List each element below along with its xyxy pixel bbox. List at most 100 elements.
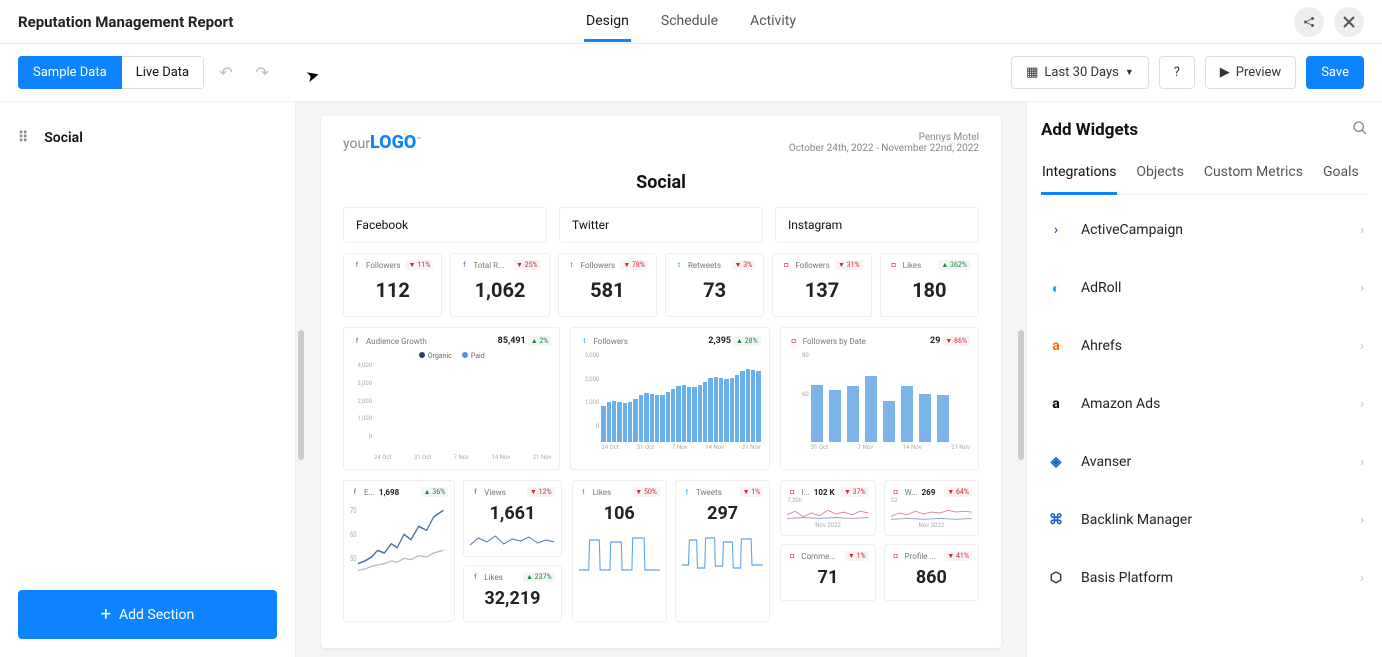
tab-design[interactable]: Design <box>584 1 631 42</box>
chart-x-ticks: 24 Oct31 Oct7 Nov14 Nov21 Nov <box>579 444 760 451</box>
metric-value: 32,219 <box>470 588 554 609</box>
integration-icon: ⬡ <box>1045 567 1067 589</box>
platform-card-twitter[interactable]: Twitter <box>559 207 763 243</box>
widgets-title: Add Widgets <box>1041 120 1138 140</box>
chart-x-ticks: 24 Oct31 Oct7 Nov14 Nov21 Nov <box>352 454 551 461</box>
metric-ig-comments[interactable]: ◘Comme...▼ 1% 71 <box>780 544 875 601</box>
integration-item[interactable]: aAmazon Ads› <box>1041 375 1368 433</box>
section-item-social[interactable]: ⠿ Social <box>18 130 277 146</box>
widgets-sidebar: Add Widgets Integrations Objects Custom … <box>1026 102 1382 657</box>
save-button[interactable]: Save <box>1306 56 1364 89</box>
integration-item[interactable]: ◈ Avanser › <box>1041 433 1368 491</box>
canvas-scrollbar-left[interactable] <box>298 330 304 460</box>
canvas-scrollbar-right[interactable] <box>1018 330 1024 460</box>
client-info: Pennys Motel October 24th, 2022 - Novemb… <box>789 132 979 154</box>
metric-ig-w[interactable]: ◘W... 269▼ 64% 32 Nov 2022 <box>884 480 979 536</box>
chart-value: 85,491 <box>498 336 526 346</box>
report-title: Reputation Management Report <box>18 13 233 31</box>
metric-ig-i[interactable]: ◘I... 102 K▼ 37% 7,200 Nov 2022 <box>780 480 875 536</box>
metric-card[interactable]: fFollowers▼ 11%112 <box>343 253 442 317</box>
metric-fb-e[interactable]: fE... 1,698▲ 36% 706050 <box>343 480 455 622</box>
chart-tw-followers[interactable]: tFollowers2,395 ▲ 28% 3,0002,0001,0000 2… <box>570 327 769 470</box>
metrics-row: fFollowers▼ 11%112fTotal R...▼ 25%1,062t… <box>343 253 979 317</box>
metric-card[interactable]: ◘Followers▼ 31%137 <box>772 253 871 317</box>
integration-label: Avanser <box>1081 454 1346 470</box>
integration-icon: › <box>1045 219 1067 241</box>
integration-label: ActiveCampaign <box>1081 222 1346 238</box>
metric-card[interactable]: tRetweets▼ 3%73 <box>665 253 764 317</box>
tab-goals[interactable]: Goals <box>1322 154 1360 194</box>
chart-delta: ▼ 86% <box>942 336 970 346</box>
chevron-right-icon: › <box>1360 513 1364 528</box>
top-bar: Reputation Management Report Design Sche… <box>0 0 1382 44</box>
metric-card[interactable]: tFollowers▼ 78%581 <box>558 253 657 317</box>
integration-item[interactable]: › ActiveCampaign › <box>1041 201 1368 259</box>
chart-bars: 4,0003,0002,0001,0000 <box>352 362 551 452</box>
tab-schedule[interactable]: Schedule <box>659 1 720 42</box>
chart-delta: ▲ 2% <box>528 336 552 346</box>
preview-button[interactable]: ▶Preview <box>1205 56 1296 89</box>
metric-ig-profile[interactable]: ◘Profile ...▼ 41% 860 <box>884 544 979 601</box>
tab-objects[interactable]: Objects <box>1135 154 1184 194</box>
chart-label: Followers <box>593 337 627 346</box>
tab-integrations[interactable]: Integrations <box>1041 154 1117 195</box>
tab-activity[interactable]: Activity <box>748 1 798 42</box>
close-button[interactable] <box>1334 7 1364 37</box>
integration-item[interactable]: ◐AdRoll› <box>1041 259 1368 317</box>
chart-value: 2,395 <box>708 336 731 346</box>
integration-label: Ahrefs <box>1081 338 1346 354</box>
report-page: yourLOGO™ Pennys Motel October 24th, 202… <box>321 116 1001 648</box>
chevron-right-icon: › <box>1360 455 1364 470</box>
report-date-range: October 24th, 2022 - November 22nd, 2022 <box>789 143 979 154</box>
chevron-right-icon: › <box>1360 223 1364 238</box>
search-icon[interactable] <box>1352 120 1368 140</box>
instagram-icon: ◘ <box>789 336 799 346</box>
chevron-right-icon: › <box>1360 397 1364 412</box>
chart-fb-audience-growth[interactable]: fAudience Growth85,491 ▲ 2% OrganicPaid … <box>343 327 560 470</box>
metric-card[interactable]: ◘Likes▲ 362%180 <box>880 253 979 317</box>
tab-custom-metrics[interactable]: Custom Metrics <box>1203 154 1304 194</box>
integration-icon: ◈ <box>1045 451 1067 473</box>
metric-value: 860 <box>891 567 972 588</box>
metric-card[interactable]: fTotal R...▼ 25%1,062 <box>450 253 549 317</box>
integration-icon: a <box>1045 393 1067 415</box>
platform-card-instagram[interactable]: Instagram <box>775 207 979 243</box>
twitter-icon: t <box>579 336 589 346</box>
add-section-button[interactable]: + Add Section <box>18 590 277 639</box>
integration-label: Backlink Manager <box>1081 512 1346 528</box>
toolbar: Sample Data Live Data ↶ ↷ ▦ Last 30 Days… <box>0 44 1382 102</box>
metric-fb-likes[interactable]: fLikes▲ 237% 32,219 <box>463 565 561 622</box>
chart-x-ticks: 31 Oct7 Nov14 Nov21 Nov <box>789 444 970 451</box>
help-button[interactable]: ? <box>1159 56 1195 89</box>
data-mode-segment: Sample Data Live Data <box>18 56 204 89</box>
integration-item[interactable]: aAhrefs› <box>1041 317 1368 375</box>
chevron-right-icon: › <box>1360 339 1364 354</box>
metric-value: 106 <box>579 503 660 524</box>
share-button[interactable] <box>1294 7 1324 37</box>
integration-item[interactable]: ⬡Basis Platform› <box>1041 549 1368 607</box>
redo-button[interactable]: ↷ <box>248 59 276 87</box>
preview-label: Preview <box>1236 65 1281 80</box>
chart-ig-followers-date[interactable]: ◘Followers by Date29 ▼ 86% 8060 31 Oct7 … <box>780 327 979 470</box>
metric-fb-views[interactable]: fViews▼ 12% 1,661 <box>463 480 561 557</box>
chevron-right-icon: › <box>1360 571 1364 586</box>
metric-tw-likes[interactable]: tLikes▼ 50% 106 <box>572 480 667 622</box>
sample-data-button[interactable]: Sample Data <box>18 56 122 89</box>
main-tabs: Design Schedule Activity <box>584 1 798 42</box>
date-range-picker[interactable]: ▦ Last 30 Days ▼ <box>1011 56 1149 89</box>
metric-tw-tweets[interactable]: tTweets▼ 1% 297 <box>675 480 770 622</box>
integration-item[interactable]: ⌘Backlink Manager› <box>1041 491 1368 549</box>
client-name: Pennys Motel <box>789 132 979 143</box>
section-label: Social <box>44 130 83 146</box>
live-data-button[interactable]: Live Data <box>122 56 204 89</box>
drag-handle-icon[interactable]: ⠿ <box>18 130 28 146</box>
svg-text:60: 60 <box>350 529 357 539</box>
integrations-list: ›ActiveCampaign›◐AdRoll›aAhrefs›aAmazon … <box>1041 201 1368 607</box>
metric-value: 297 <box>682 503 763 524</box>
chevron-down-icon: ▼ <box>1125 67 1134 78</box>
undo-button[interactable]: ↶ <box>212 59 240 87</box>
date-range-label: Last 30 Days <box>1044 65 1118 80</box>
calendar-icon: ▦ <box>1026 65 1038 80</box>
metric-value: 71 <box>787 567 868 588</box>
platform-card-facebook[interactable]: Facebook <box>343 207 547 243</box>
